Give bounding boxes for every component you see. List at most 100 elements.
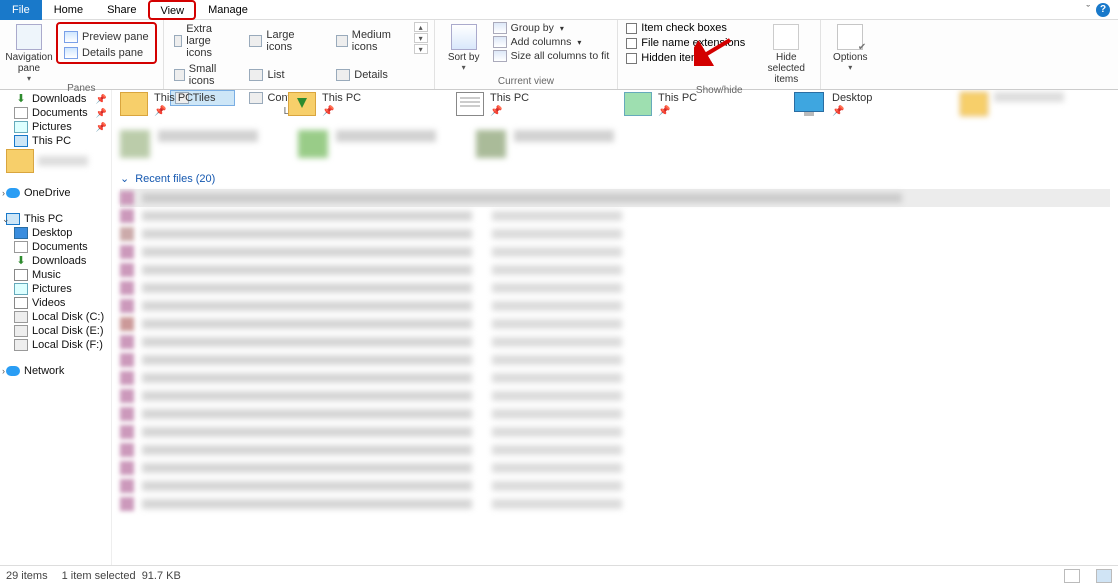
file-name-extensions-toggle[interactable]: File name extensions [624, 37, 754, 49]
folder-tile[interactable]: This PC📌 [288, 92, 438, 118]
navigation-pane-label: Navigation pane [5, 52, 52, 74]
current-view-group-label: Current view [441, 76, 612, 89]
ribbon: Navigation pane ▾ Preview pane Details p… [0, 20, 1118, 90]
hide-selected-items-button[interactable]: Hide selected items [758, 22, 814, 85]
sidebar-item-disk-e[interactable]: Local Disk (E:) [0, 324, 111, 338]
list-item[interactable] [120, 423, 1110, 441]
pictures-folder-icon [624, 92, 652, 116]
list-item[interactable] [120, 351, 1110, 369]
desktop-folder-icon [792, 92, 826, 116]
pin-icon: 📌 [96, 94, 107, 105]
content-pane: This PC📌 This PC📌 This PC📌 This PC📌 Desk… [112, 90, 1118, 565]
list-item[interactable] [120, 189, 1110, 207]
sort-by-button[interactable]: Sort by ▾ [441, 22, 487, 72]
list-item[interactable] [120, 405, 1110, 423]
list-item[interactable] [120, 369, 1110, 387]
view-details-toggle[interactable] [1064, 569, 1080, 583]
list-item[interactable] [120, 315, 1110, 333]
folder-tile[interactable]: This PC📌 [624, 92, 774, 118]
folder-tile-blurred[interactable] [476, 130, 614, 158]
layout-scroll-up[interactable]: ▴ [414, 22, 428, 32]
layout-extra-large-icons[interactable]: Extra large icons [170, 22, 236, 60]
layout-small-icons[interactable]: Small icons [170, 62, 236, 88]
add-columns-button[interactable]: Add columns▾ [491, 36, 612, 48]
sidebar-item-thispc[interactable]: ⌄This PC [0, 212, 111, 226]
recent-files-label: Recent files (20) [135, 173, 215, 185]
list-item[interactable] [120, 243, 1110, 261]
list-item[interactable] [120, 261, 1110, 279]
tab-file[interactable]: File [0, 0, 42, 20]
list-item[interactable] [120, 207, 1110, 225]
options-label: Options [833, 52, 867, 63]
sidebar-item-disk-c[interactable]: Local Disk (C:) [0, 310, 111, 324]
tab-home[interactable]: Home [42, 0, 95, 20]
list-item[interactable] [120, 387, 1110, 405]
folder-tile[interactable]: This PC📌 [456, 92, 606, 118]
sidebar-item-thispc-quick[interactable]: This PC [0, 134, 111, 148]
sidebar-item-documents[interactable]: Documents📌 [0, 106, 111, 120]
disk-icon [14, 339, 28, 351]
sidebar-item-downloads[interactable]: ⬇Downloads📌 [0, 92, 111, 106]
list-item[interactable] [120, 225, 1110, 243]
disk-icon [14, 325, 28, 337]
list-item[interactable] [120, 441, 1110, 459]
layout-details[interactable]: Details [332, 62, 409, 88]
sidebar-item-pictures-2[interactable]: Pictures [0, 282, 111, 296]
downloads-icon: ⬇ [14, 255, 28, 267]
tab-manage[interactable]: Manage [196, 0, 260, 20]
recent-files-header[interactable]: ⌄ Recent files (20) [120, 172, 1110, 185]
chevron-right-icon: › [2, 188, 5, 198]
layout-expand[interactable]: ▾ [414, 44, 428, 54]
folder-tile[interactable]: This PC📌 [120, 92, 270, 118]
view-tiles-toggle[interactable] [1096, 569, 1112, 583]
checkbox-icon [626, 23, 637, 34]
item-check-boxes-toggle[interactable]: Item check boxes [624, 22, 754, 34]
sidebar-item-music[interactable]: Music [0, 268, 111, 282]
panes-highlight: Preview pane Details pane [56, 22, 157, 64]
pin-icon: 📌 [490, 106, 502, 117]
folder-tile[interactable]: Desktop📌 [792, 92, 942, 118]
ribbon-group-layout: Extra large icons Large icons Medium ico… [164, 20, 435, 89]
sidebar-item-disk-f[interactable]: Local Disk (F:) [0, 338, 111, 352]
tab-share[interactable]: Share [95, 0, 148, 20]
network-icon [6, 366, 20, 376]
list-item[interactable] [120, 477, 1110, 495]
list-item[interactable] [120, 459, 1110, 477]
sidebar-item-desktop[interactable]: Desktop [0, 226, 111, 240]
layout-medium-icons[interactable]: Medium icons [332, 22, 409, 60]
size-columns-button[interactable]: Size all columns to fit [491, 50, 612, 62]
details-pane-button[interactable]: Details pane [60, 46, 153, 60]
help-icon[interactable]: ? [1096, 3, 1110, 17]
group-by-button[interactable]: Group by▾ [491, 22, 612, 34]
hidden-items-toggle[interactable]: Hidden items [624, 52, 754, 64]
checkbox-icon [626, 53, 637, 64]
chevron-down-icon: ▾ [462, 63, 466, 72]
sidebar-item-network[interactable]: ›Network [0, 364, 111, 378]
options-button[interactable]: ✔ Options ▾ [827, 22, 873, 72]
list-item[interactable] [120, 333, 1110, 351]
folder-tile-blurred[interactable] [120, 130, 258, 158]
sort-by-label: Sort by [448, 52, 480, 63]
layout-large-icons[interactable]: Large icons [245, 22, 322, 60]
sidebar-item-pictures[interactable]: Pictures📌 [0, 120, 111, 134]
tab-view[interactable]: View [148, 0, 196, 20]
navigation-pane-button[interactable]: Navigation pane ▾ [6, 22, 52, 83]
layout-list[interactable]: List [245, 62, 322, 88]
details-icon [336, 69, 350, 81]
size-columns-icon [493, 50, 507, 62]
sidebar-item-onedrive[interactable]: ›OneDrive [0, 186, 111, 200]
blurred-folders-row [120, 130, 1110, 158]
list-item[interactable] [120, 279, 1110, 297]
sidebar-item-downloads-2[interactable]: ⬇Downloads [0, 254, 111, 268]
group-by-icon [493, 22, 507, 34]
folder-tile-blurred[interactable] [298, 130, 436, 158]
preview-pane-button[interactable]: Preview pane [60, 30, 153, 44]
folder-tile-blurred[interactable] [960, 92, 1110, 118]
minimize-ribbon-icon[interactable]: ˇ [1086, 4, 1090, 16]
sidebar-item-documents-2[interactable]: Documents [0, 240, 111, 254]
list-item[interactable] [120, 297, 1110, 315]
list-item[interactable] [120, 495, 1110, 513]
sidebar-item-videos[interactable]: Videos [0, 296, 111, 310]
layout-scroll-down[interactable]: ▾ [414, 33, 428, 43]
status-item-count: 29 items [6, 570, 48, 582]
